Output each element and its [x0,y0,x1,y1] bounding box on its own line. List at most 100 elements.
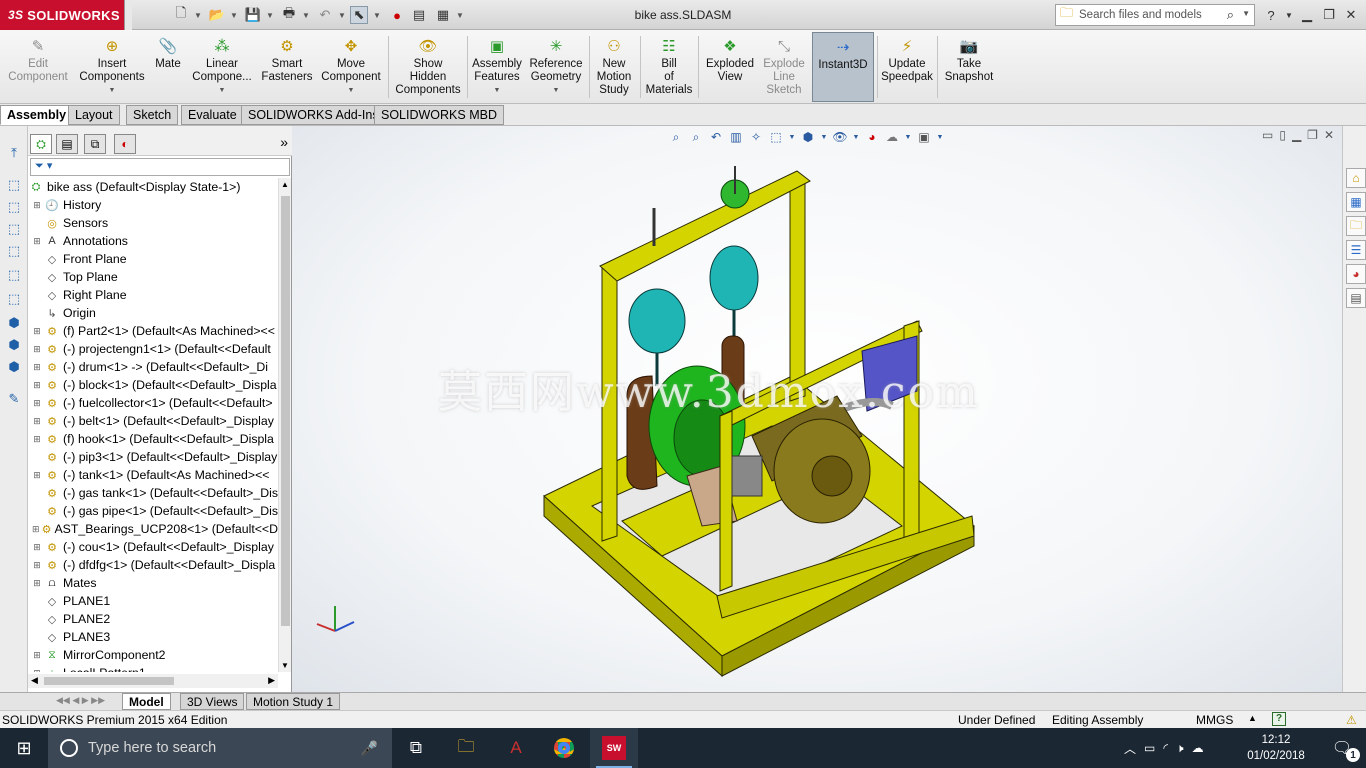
tab-evaluate[interactable]: Evaluate [181,105,244,125]
options-dropdown-icon[interactable]: ▼ [456,6,464,24]
solidworks-logo[interactable]: 3S SOLIDWORKS [0,0,132,30]
file-explorer-icon[interactable]: 🗀 [1346,216,1366,236]
tab-motion-study-1[interactable]: Motion Study 1 [246,693,341,710]
tree-item[interactable]: ⊞ 🕘 History [28,196,278,214]
tree-item[interactable]: ⚙ (-) gas pipe<1> (Default<<Default>_Dis [28,502,278,520]
open-folder-icon[interactable]: 📂 [208,6,226,24]
tree-item[interactable]: ⊞ ⚙ (f) Part2<1> (Default<As Machined><< [28,322,278,340]
close-icon[interactable]: ✕ [1342,6,1360,24]
move-component-button[interactable]: ✥ Move Component ▼ [318,32,384,102]
file-explorer-taskbar-icon[interactable]: 🗀 [442,728,490,768]
tree-vertical-scrollbar[interactable]: ▲ ▼ [278,178,291,672]
tree-item[interactable]: ◎ Sensors [28,214,278,232]
reference-geometry-button[interactable]: ✳ Reference Geometry ▼ [526,32,586,102]
search-dropdown-icon[interactable]: ▼ [1242,9,1250,18]
tree-item[interactable]: ◇ Top Plane [28,268,278,286]
tree-item[interactable]: ⊞ ⚙ (-) projectengn1<1> (Default<<Default [28,340,278,358]
instant3d-button[interactable]: ⇢ Instant3D [812,32,874,102]
tree-item[interactable]: ◇ PLANE3 [28,628,278,646]
tree-item[interactable]: ⊞ ⚙ (-) drum<1> -> (Default<<Default>_Di [28,358,278,376]
shaded-icon[interactable]: ⬢ [5,314,23,332]
expand-toggle-icon[interactable]: ⊞ [32,668,42,673]
chrome-taskbar-icon[interactable] [540,728,588,768]
hidden-lines-icon[interactable]: ⬢ [5,358,23,376]
undo-icon[interactable]: ↶ [316,6,334,24]
design-library-icon[interactable]: ▦ [1346,192,1366,212]
expand-panel-icon[interactable]: » [280,134,288,150]
view-back-icon[interactable]: ⬚ [5,290,23,308]
taskbar-search-input[interactable]: Type here to search 🎤 [48,728,392,768]
expand-toggle-icon[interactable]: ⊞ [32,380,42,391]
chevron-down-icon[interactable]: ▼ [219,84,226,97]
select-dropdown-icon[interactable]: ▼ [373,6,381,24]
exploded-view-button[interactable]: ❖ Exploded View [702,32,758,102]
battery-icon[interactable]: ▭ [1144,741,1155,755]
units-selector[interactable]: MMGS [1196,713,1233,727]
tree-item[interactable]: ⊞ A Annotations [28,232,278,250]
expand-toggle-icon[interactable]: ⊞ [32,470,42,481]
wifi-icon[interactable]: ◜ [1163,741,1168,755]
chevron-down-icon[interactable]: ▼ [553,84,560,97]
expand-toggle-icon[interactable]: ⊞ [32,326,42,337]
assembly-features-button[interactable]: ▣ Assembly Features ▼ [470,32,524,102]
save-dropdown-icon[interactable]: ▼ [266,6,274,24]
tree-item[interactable]: ◇ Front Plane [28,250,278,268]
tree-item[interactable]: ⊞ ⚙ (-) dfdfg<1> (Default<<Default>_Displa [28,556,278,574]
search-files-input[interactable]: 🗀 Search files and models ⌕ ▼ [1055,4,1255,26]
smart-fasteners-button[interactable]: ⚙ Smart Fasteners [258,32,316,102]
property-manager-tab-icon[interactable]: ▤ [56,134,78,154]
rebuild-icon[interactable]: ● [388,6,406,24]
tree-item[interactable]: ⊞ ⚙ (f) hook<1> (Default<<Default>_Displa [28,430,278,448]
chevron-down-icon[interactable]: ▼ [494,84,501,97]
view-palette-icon[interactable]: ☰ [1346,240,1366,260]
tree-item[interactable]: ◇ PLANE2 [28,610,278,628]
custom-properties-icon[interactable]: ▤ [1346,288,1366,308]
tree-item[interactable]: ↳ Origin [28,304,278,322]
expand-toggle-icon[interactable]: ⊞ [32,650,42,661]
tree-item[interactable]: ⊞⁘LocalLPattern1 [28,664,278,672]
new-motion-study-button[interactable]: ⚇ New Motion Study [592,32,636,102]
feature-tree-tab-icon[interactable]: ⛭ [30,134,52,154]
file-properties-icon[interactable]: ▤ [410,6,428,24]
tree-item[interactable]: ⊞ ⚙ (-) fuelcollector<1> (Default<<Default… [28,394,278,412]
edit-component-button[interactable]: ✎ Edit Component [4,32,72,102]
help-icon[interactable]: ? [1262,6,1280,24]
autocad-taskbar-icon[interactable]: A [492,728,540,768]
tree-item[interactable]: ◇ Right Plane [28,286,278,304]
tree-item[interactable]: ⚙ (-) gas tank<1> (Default<<Default>_Dis [28,484,278,502]
take-snapshot-button[interactable]: 📷 Take Snapshot [940,32,998,102]
home-icon[interactable]: ⌂ [1346,168,1366,188]
undo-dropdown-icon[interactable]: ▼ [338,6,346,24]
onedrive-icon[interactable]: ☁ [1192,741,1204,755]
move-axis-icon[interactable]: ⤒ [5,144,23,162]
chevron-down-icon[interactable]: ▼ [348,84,355,97]
view-cube-icon[interactable]: ⬚ [5,176,23,194]
tree-item[interactable]: ⊞ ⩍ Mates [28,574,278,592]
linear-pattern-button[interactable]: ⁂ Linear Compone... ▼ [188,32,256,102]
tab-navigation-arrows-icon[interactable]: ◀◀ ◀ ▶ ▶▶ [56,695,105,706]
tree-filter-input[interactable]: ⏷ ▾ [30,158,290,176]
units-dropdown-icon[interactable]: ▲ [1248,713,1257,723]
scroll-left-icon[interactable]: ◀ [31,675,38,686]
expand-toggle-icon[interactable]: ⊞ [32,236,42,247]
tab-solidworks-add-ins[interactable]: SOLIDWORKS Add-Ins [241,105,386,125]
expand-toggle-icon[interactable]: ⊞ [32,200,42,211]
view-iso-icon[interactable]: ⬚ [5,266,23,284]
menu-expand-arrow[interactable] [124,0,132,30]
display-manager-tab-icon[interactable]: ◐ [114,134,136,154]
insert-components-button[interactable]: ⊕ Insert Components ▼ [76,32,148,102]
chevron-down-icon[interactable]: ▼ [109,84,116,97]
tree-item[interactable]: ⊞ ⚙ (-) cou<1> (Default<<Default>_Display [28,538,278,556]
windows-start-icon[interactable]: ⊞ [0,728,48,768]
appearances-icon[interactable]: ◕ [1346,264,1366,284]
tree-item[interactable]: ⊞ ⚙ (-) belt<1> (Default<<Default>_Display [28,412,278,430]
rebuild-status-icon[interactable]: ⚠ [1346,713,1357,727]
scroll-thumb[interactable] [281,196,290,626]
view-top-icon[interactable]: ⬚ [5,220,23,238]
save-icon[interactable]: 💾 [244,6,262,24]
expand-toggle-icon[interactable]: ⊞ [32,344,42,355]
tree-item[interactable]: ⊞ ⚙ (-) block<1> (Default<<Default>_Displa [28,376,278,394]
search-icon[interactable]: ⌕ [1227,7,1234,23]
notifications-icon[interactable]: 🗨 1 [1318,728,1366,768]
scroll-up-icon[interactable]: ▲ [281,180,289,189]
